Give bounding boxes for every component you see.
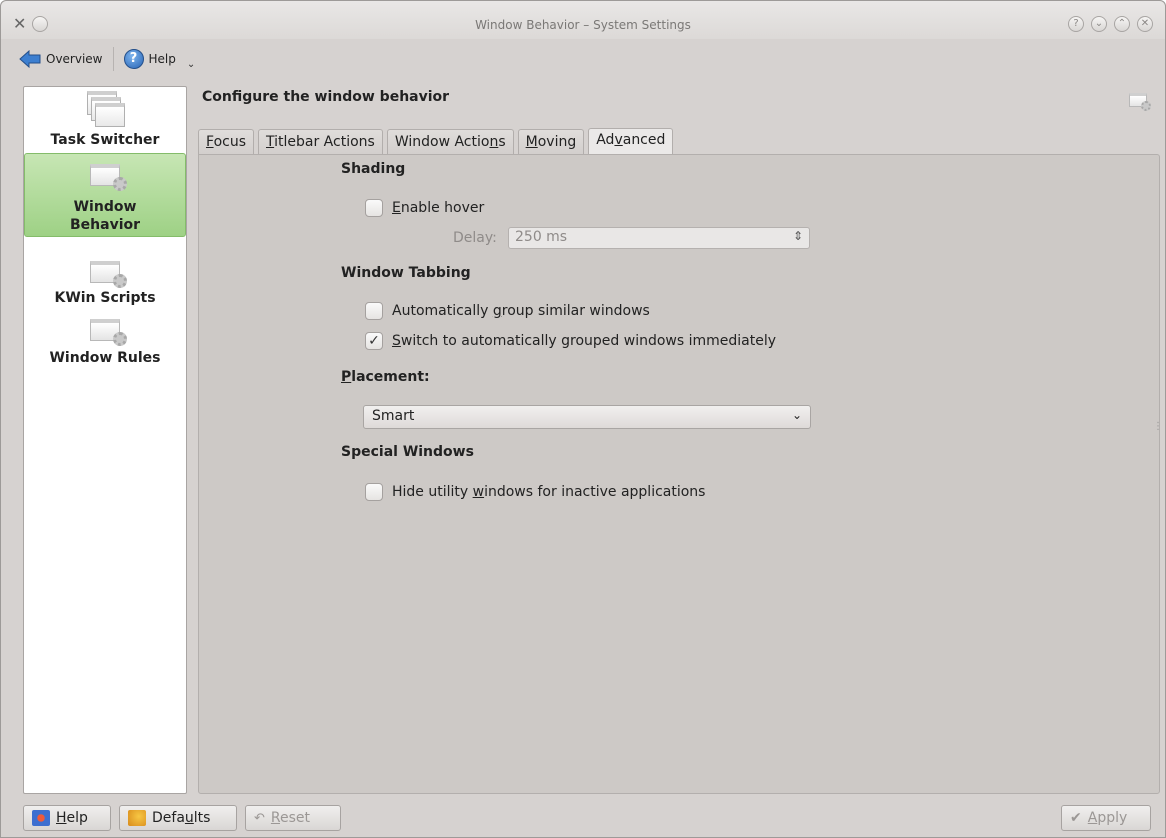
defaults-icon: [128, 810, 146, 826]
window-title: Window Behavior – System Settings: [475, 18, 691, 32]
hide-utility-label: Hide utility windows for inactive applic…: [392, 484, 706, 500]
help-button[interactable]: Help: [23, 805, 111, 831]
tab-bar: Focus Titlebar Actions Window Actions Mo…: [198, 128, 677, 155]
module-icon: [1128, 93, 1151, 111]
tab-advanced[interactable]: Advanced: [588, 128, 674, 155]
tab-moving[interactable]: Moving: [517, 129, 585, 155]
title-bar[interactable]: ✕ Window Behavior – System Settings ? ⌄ …: [1, 1, 1165, 39]
switch-grouped-label: Switch to automatically grouped windows …: [392, 333, 777, 349]
help-label: Help: [148, 52, 176, 66]
help-button-label: Help: [56, 810, 88, 826]
hide-utility-checkbox[interactable]: [365, 483, 383, 501]
overview-button[interactable]: Overview: [19, 50, 103, 68]
checkmark-icon: ✔: [1070, 810, 1082, 826]
reset-button-label: Reset: [270, 810, 311, 826]
task-switcher-icon: [85, 91, 125, 127]
auto-group-label: Automatically group similar windows: [392, 303, 650, 319]
close-button[interactable]: ✕: [1137, 16, 1153, 32]
category-sidebar: Task Switcher Window Behavior KWin Scrip…: [23, 86, 187, 794]
minimize-button[interactable]: ⌄: [1091, 16, 1107, 32]
chevron-down-icon: ⌄: [791, 408, 802, 422]
enable-hover-checkbox[interactable]: [365, 199, 383, 217]
auto-group-checkbox[interactable]: [365, 302, 383, 320]
shading-heading: Shading: [341, 161, 406, 177]
sidebar-item-label: KWin Scripts: [54, 290, 156, 306]
page-title: Configure the window behavior: [202, 89, 450, 105]
delay-spinbox[interactable]: 250 ms ⇕: [508, 227, 810, 249]
delay-value: 250 ms: [515, 229, 568, 245]
tab-window-actions[interactable]: Window Actions: [386, 129, 514, 155]
maximize-button[interactable]: ⌃: [1114, 16, 1130, 32]
overview-label: Overview: [46, 52, 103, 66]
chevron-down-icon: ⌄: [186, 58, 196, 70]
apply-button-label: Apply: [1087, 810, 1128, 826]
special-windows-heading: Special Windows: [341, 444, 474, 460]
resize-grip[interactable]: ⋮: [1153, 421, 1163, 432]
placement-value: Smart: [372, 408, 415, 424]
dialog-button-bar: Help Defaults ↶ Reset ✔ Apply: [1, 803, 1165, 833]
kwin-scripts-icon: [90, 261, 127, 288]
switch-grouped-row[interactable]: ✓ Switch to automatically grouped window…: [365, 332, 776, 350]
sidebar-item-label: Window Rules: [49, 350, 161, 366]
delay-label: Delay:: [453, 230, 497, 246]
switch-grouped-checkbox[interactable]: ✓: [365, 332, 383, 350]
spin-arrows-icon[interactable]: ⇕: [793, 229, 803, 243]
auto-group-row[interactable]: Automatically group similar windows: [365, 302, 650, 320]
enable-hover-row[interactable]: Enable hover: [365, 199, 484, 217]
context-help-button[interactable]: ?: [1068, 16, 1084, 32]
defaults-button[interactable]: Defaults: [119, 805, 237, 831]
window-controls: ? ⌄ ⌃ ✕: [1068, 16, 1153, 32]
window-behavior-icon: [90, 164, 127, 191]
back-arrow-icon: [19, 50, 41, 68]
sidebar-item-label: Window: [73, 199, 137, 215]
undo-icon: ↶: [254, 810, 265, 826]
help-menu-button[interactable]: ? Help ⌄: [123, 49, 196, 70]
placement-heading: Placement:: [341, 369, 430, 385]
help-icon: ?: [123, 49, 144, 69]
settings-window: ✕ Window Behavior – System Settings ? ⌄ …: [0, 0, 1166, 838]
enable-hover-label: Enable hover: [392, 200, 485, 216]
window-tabbing-heading: Window Tabbing: [341, 265, 471, 281]
sidebar-item-window-behavior[interactable]: Window Behavior: [24, 153, 186, 237]
reset-button[interactable]: ↶ Reset: [245, 805, 341, 831]
sidebar-item-window-rules[interactable]: Window Rules: [24, 309, 186, 369]
window-rules-icon: [90, 319, 127, 346]
sidebar-item-task-switcher[interactable]: Task Switcher: [24, 91, 186, 153]
window-settings-icon: [1129, 93, 1151, 111]
defaults-button-label: Defaults: [152, 810, 211, 826]
sidebar-item-kwin-scripts[interactable]: KWin Scripts: [24, 243, 186, 306]
hide-utility-row[interactable]: Hide utility windows for inactive applic…: [365, 483, 705, 501]
tab-focus[interactable]: Focus: [198, 129, 254, 155]
apply-button[interactable]: ✔ Apply: [1061, 805, 1151, 831]
advanced-tab-panel: [198, 154, 1160, 794]
sidebar-item-label: Behavior: [69, 217, 141, 233]
tab-titlebar-actions[interactable]: Titlebar Actions: [258, 129, 383, 155]
placement-select[interactable]: Smart ⌄: [363, 405, 811, 429]
sidebar-item-label: Task Switcher: [50, 132, 160, 148]
toolbar: Overview ? Help ⌄: [1, 39, 1165, 79]
help-browser-icon: [32, 810, 50, 826]
toolbar-separator: [112, 47, 114, 71]
